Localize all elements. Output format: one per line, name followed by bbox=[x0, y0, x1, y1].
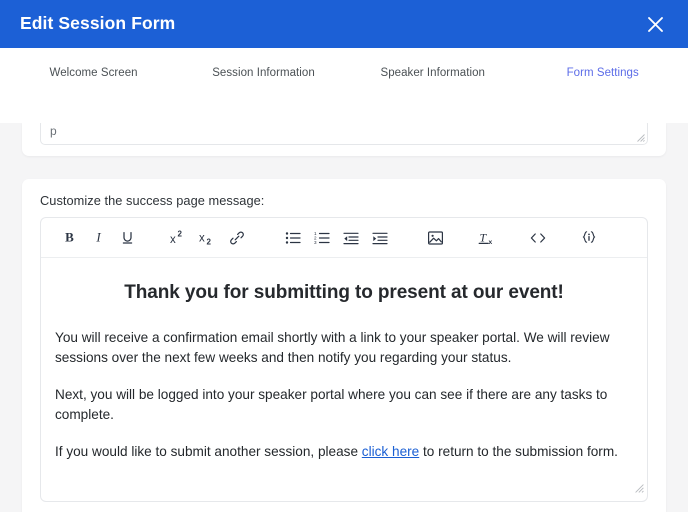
modal-header: Edit Session Form bbox=[0, 0, 688, 48]
indent-button[interactable] bbox=[365, 223, 394, 252]
step-label-form-settings[interactable]: Form Settings bbox=[567, 67, 639, 79]
svg-text:x: x bbox=[170, 234, 176, 246]
numbered-list-icon: 1 2 3 bbox=[314, 231, 330, 245]
close-icon bbox=[647, 16, 664, 33]
svg-text:x: x bbox=[199, 232, 205, 244]
page-title: Edit Session Form bbox=[20, 13, 176, 34]
success-page-message-card: Customize the success page message: B I … bbox=[22, 179, 666, 512]
svg-text:T: T bbox=[479, 230, 487, 244]
bold-icon: B bbox=[62, 230, 77, 245]
editor-resize-handle[interactable] bbox=[634, 480, 644, 498]
insert-image-button[interactable] bbox=[421, 223, 450, 252]
outdent-button[interactable] bbox=[336, 223, 365, 252]
svg-text:2: 2 bbox=[178, 230, 183, 239]
numbered-list-button[interactable]: 1 2 3 bbox=[307, 223, 336, 252]
editor-toolbar: B I x 2 x 2 1 2 3 T x bbox=[41, 218, 647, 258]
close-button[interactable] bbox=[640, 9, 670, 39]
click-here-link[interactable]: click here bbox=[362, 444, 419, 459]
paragraph-3-text-after: to return to the submission form. bbox=[419, 444, 618, 460]
editor-field-label: Customize the success page message: bbox=[40, 193, 265, 208]
italic-button[interactable]: I bbox=[84, 223, 113, 252]
svg-text:3: 3 bbox=[314, 240, 317, 245]
success-message-paragraph-1: You will receive a confirmation email sh… bbox=[55, 330, 610, 366]
subscript-button[interactable]: x 2 bbox=[193, 223, 222, 252]
tag-textarea[interactable] bbox=[40, 123, 648, 145]
success-message-heading: Thank you for submitting to present at o… bbox=[124, 282, 564, 303]
svg-text:I: I bbox=[95, 230, 101, 245]
italic-icon: I bbox=[91, 230, 106, 245]
editor-content-area[interactable]: Thank you for submitting to present at o… bbox=[41, 258, 647, 501]
edit-session-form-modal: Edit Session Form Welcome Screen Session… bbox=[0, 0, 688, 512]
step-label-welcome-screen[interactable]: Welcome Screen bbox=[50, 67, 138, 79]
svg-text:x: x bbox=[488, 239, 492, 246]
clear-formatting-button[interactable]: T x bbox=[472, 223, 501, 252]
outdent-icon bbox=[342, 231, 359, 245]
bold-button[interactable]: B bbox=[55, 223, 84, 252]
bulleted-list-button[interactable] bbox=[278, 223, 307, 252]
paragraph-3-text-before: If you would like to submit another sess… bbox=[55, 444, 362, 460]
link-icon bbox=[229, 230, 245, 246]
subscript-icon: x 2 bbox=[198, 230, 217, 246]
success-message-paragraph-2: Next, you will be logged into your speak… bbox=[55, 387, 608, 423]
indent-icon bbox=[371, 231, 388, 245]
superscript-button[interactable]: x 2 bbox=[164, 223, 193, 252]
svg-text:B: B bbox=[65, 230, 74, 245]
svg-text:2: 2 bbox=[207, 237, 212, 246]
link-button[interactable] bbox=[222, 223, 251, 252]
previous-field-card bbox=[22, 123, 666, 156]
form-stepper: Welcome Screen Session Information Speak… bbox=[0, 48, 688, 156]
clear-formatting-icon: T x bbox=[478, 230, 496, 246]
stepper-labels: Welcome Screen Session Information Speak… bbox=[0, 67, 688, 83]
success-message-paragraph-3: If you would like to submit another sess… bbox=[55, 442, 633, 462]
superscript-icon: x 2 bbox=[169, 230, 188, 246]
modal-body: Customize the success page message: B bbox=[0, 123, 688, 512]
rich-text-editor: B I x 2 x 2 1 2 3 T x Thank you for subm… bbox=[40, 217, 648, 502]
merge-tag-icon bbox=[580, 230, 598, 245]
underline-icon bbox=[120, 230, 135, 245]
step-label-session-information[interactable]: Session Information bbox=[212, 67, 315, 79]
source-code-button[interactable] bbox=[523, 223, 552, 252]
code-icon bbox=[529, 231, 547, 245]
step-label-speaker-information[interactable]: Speaker Information bbox=[380, 67, 485, 79]
underline-button[interactable] bbox=[113, 223, 142, 252]
bulleted-list-icon bbox=[285, 231, 301, 245]
image-icon bbox=[427, 230, 444, 246]
merge-tag-button[interactable] bbox=[574, 223, 603, 252]
